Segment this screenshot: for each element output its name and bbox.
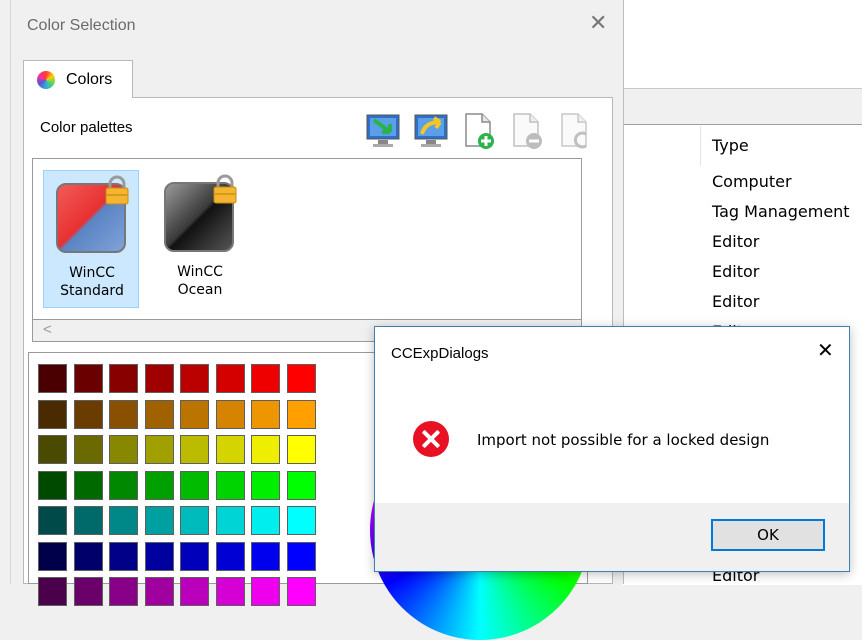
- color-swatch[interactable]: [38, 364, 67, 393]
- scroll-left-arrow-icon[interactable]: <: [43, 321, 52, 338]
- palette-name-line1: WinCC: [177, 264, 223, 280]
- color-swatch[interactable]: [38, 541, 67, 571]
- color-swatch[interactable]: [180, 435, 209, 464]
- ok-button[interactable]: OK: [711, 519, 825, 551]
- close-button[interactable]: ✕: [589, 12, 607, 34]
- color-swatch[interactable]: [109, 399, 138, 429]
- message-box: CCExpDialogs ✕ Import not possible for a…: [374, 326, 850, 572]
- message-box-footer: OK: [375, 503, 849, 571]
- import-palette-icon[interactable]: [364, 112, 402, 150]
- list-item[interactable]: Editor: [712, 292, 759, 311]
- color-swatch[interactable]: [251, 435, 280, 464]
- list-item[interactable]: Tag Management: [712, 202, 850, 221]
- color-swatch[interactable]: [215, 364, 245, 393]
- palette-wincc-standard[interactable]: WinCC Standard: [43, 170, 139, 308]
- color-swatch[interactable]: [215, 435, 245, 464]
- background-left-edge: [0, 0, 10, 584]
- lock-icon: [105, 175, 129, 205]
- color-swatch[interactable]: [180, 470, 209, 500]
- color-swatch[interactable]: [180, 364, 209, 393]
- color-swatch[interactable]: [215, 506, 245, 535]
- color-swatch[interactable]: [251, 399, 280, 429]
- color-swatch[interactable]: [251, 506, 280, 535]
- reset-palette-icon[interactable]: [556, 112, 594, 150]
- tab-colors[interactable]: Colors: [23, 60, 133, 98]
- color-swatch[interactable]: [109, 506, 138, 535]
- color-swatch[interactable]: [251, 364, 280, 393]
- list-item[interactable]: Editor: [712, 232, 759, 251]
- type-column-header[interactable]: Type: [712, 136, 749, 155]
- color-swatch[interactable]: [109, 577, 138, 606]
- color-swatch[interactable]: [109, 364, 138, 393]
- color-swatch[interactable]: [286, 364, 316, 393]
- color-swatch[interactable]: [251, 577, 280, 606]
- close-button[interactable]: ✕: [817, 341, 834, 361]
- color-swatch[interactable]: [38, 506, 67, 535]
- background-strip: [622, 89, 862, 124]
- color-wheel-icon: [37, 71, 55, 89]
- color-swatch[interactable]: [251, 470, 280, 500]
- color-swatch[interactable]: [109, 435, 138, 464]
- palette-name-line1: WinCC: [69, 265, 115, 281]
- color-swatch[interactable]: [180, 399, 209, 429]
- color-swatch[interactable]: [286, 435, 316, 464]
- color-swatch[interactable]: [73, 506, 103, 535]
- tab-label: Colors: [66, 71, 113, 88]
- color-swatch[interactable]: [144, 435, 174, 464]
- color-swatch[interactable]: [144, 541, 174, 571]
- color-swatch[interactable]: [180, 541, 209, 571]
- color-swatch[interactable]: [215, 541, 245, 571]
- color-swatch[interactable]: [38, 435, 67, 464]
- color-swatch[interactable]: [286, 577, 316, 606]
- palette-name-line2: Standard: [60, 283, 124, 299]
- color-swatch[interactable]: [144, 399, 174, 429]
- color-swatch[interactable]: [73, 364, 103, 393]
- color-palettes-label: Color palettes: [40, 119, 133, 136]
- dialog-title: Color Selection: [27, 17, 136, 34]
- add-palette-icon[interactable]: [460, 112, 498, 150]
- color-swatch[interactable]: [180, 506, 209, 535]
- color-swatch[interactable]: [286, 541, 316, 571]
- color-swatch[interactable]: [144, 470, 174, 500]
- message-text: Import not possible for a locked design: [477, 431, 770, 449]
- export-palette-icon[interactable]: [412, 112, 450, 150]
- color-swatch[interactable]: [286, 470, 316, 500]
- color-swatch[interactable]: [144, 506, 174, 535]
- background-toolbar: [622, 0, 862, 88]
- color-swatch[interactable]: [215, 470, 245, 500]
- color-swatch[interactable]: [38, 399, 67, 429]
- error-icon: [413, 421, 449, 457]
- color-swatch[interactable]: [73, 435, 103, 464]
- color-swatch[interactable]: [286, 399, 316, 429]
- color-swatch[interactable]: [144, 364, 174, 393]
- remove-palette-icon[interactable]: [508, 112, 546, 150]
- column-separator[interactable]: [700, 126, 701, 166]
- message-box-title: CCExpDialogs: [391, 345, 489, 362]
- color-swatch[interactable]: [144, 577, 174, 606]
- palette-name-line2: Ocean: [177, 282, 223, 298]
- list-item[interactable]: Computer: [712, 172, 792, 191]
- color-swatch[interactable]: [286, 506, 316, 535]
- color-swatch[interactable]: [73, 470, 103, 500]
- color-swatch[interactable]: [38, 470, 67, 500]
- list-item[interactable]: Editor: [712, 262, 759, 281]
- color-swatch[interactable]: [73, 399, 103, 429]
- palette-wincc-ocean[interactable]: WinCC Ocean: [152, 170, 248, 308]
- color-swatch[interactable]: [38, 577, 67, 606]
- color-swatch[interactable]: [73, 577, 103, 606]
- color-swatch[interactable]: [109, 470, 138, 500]
- color-swatch[interactable]: [73, 541, 103, 571]
- color-swatch[interactable]: [215, 577, 245, 606]
- color-swatch[interactable]: [251, 541, 280, 571]
- lock-icon: [213, 174, 237, 204]
- color-swatch[interactable]: [180, 577, 209, 606]
- color-swatch[interactable]: [215, 399, 245, 429]
- color-swatch[interactable]: [109, 541, 138, 571]
